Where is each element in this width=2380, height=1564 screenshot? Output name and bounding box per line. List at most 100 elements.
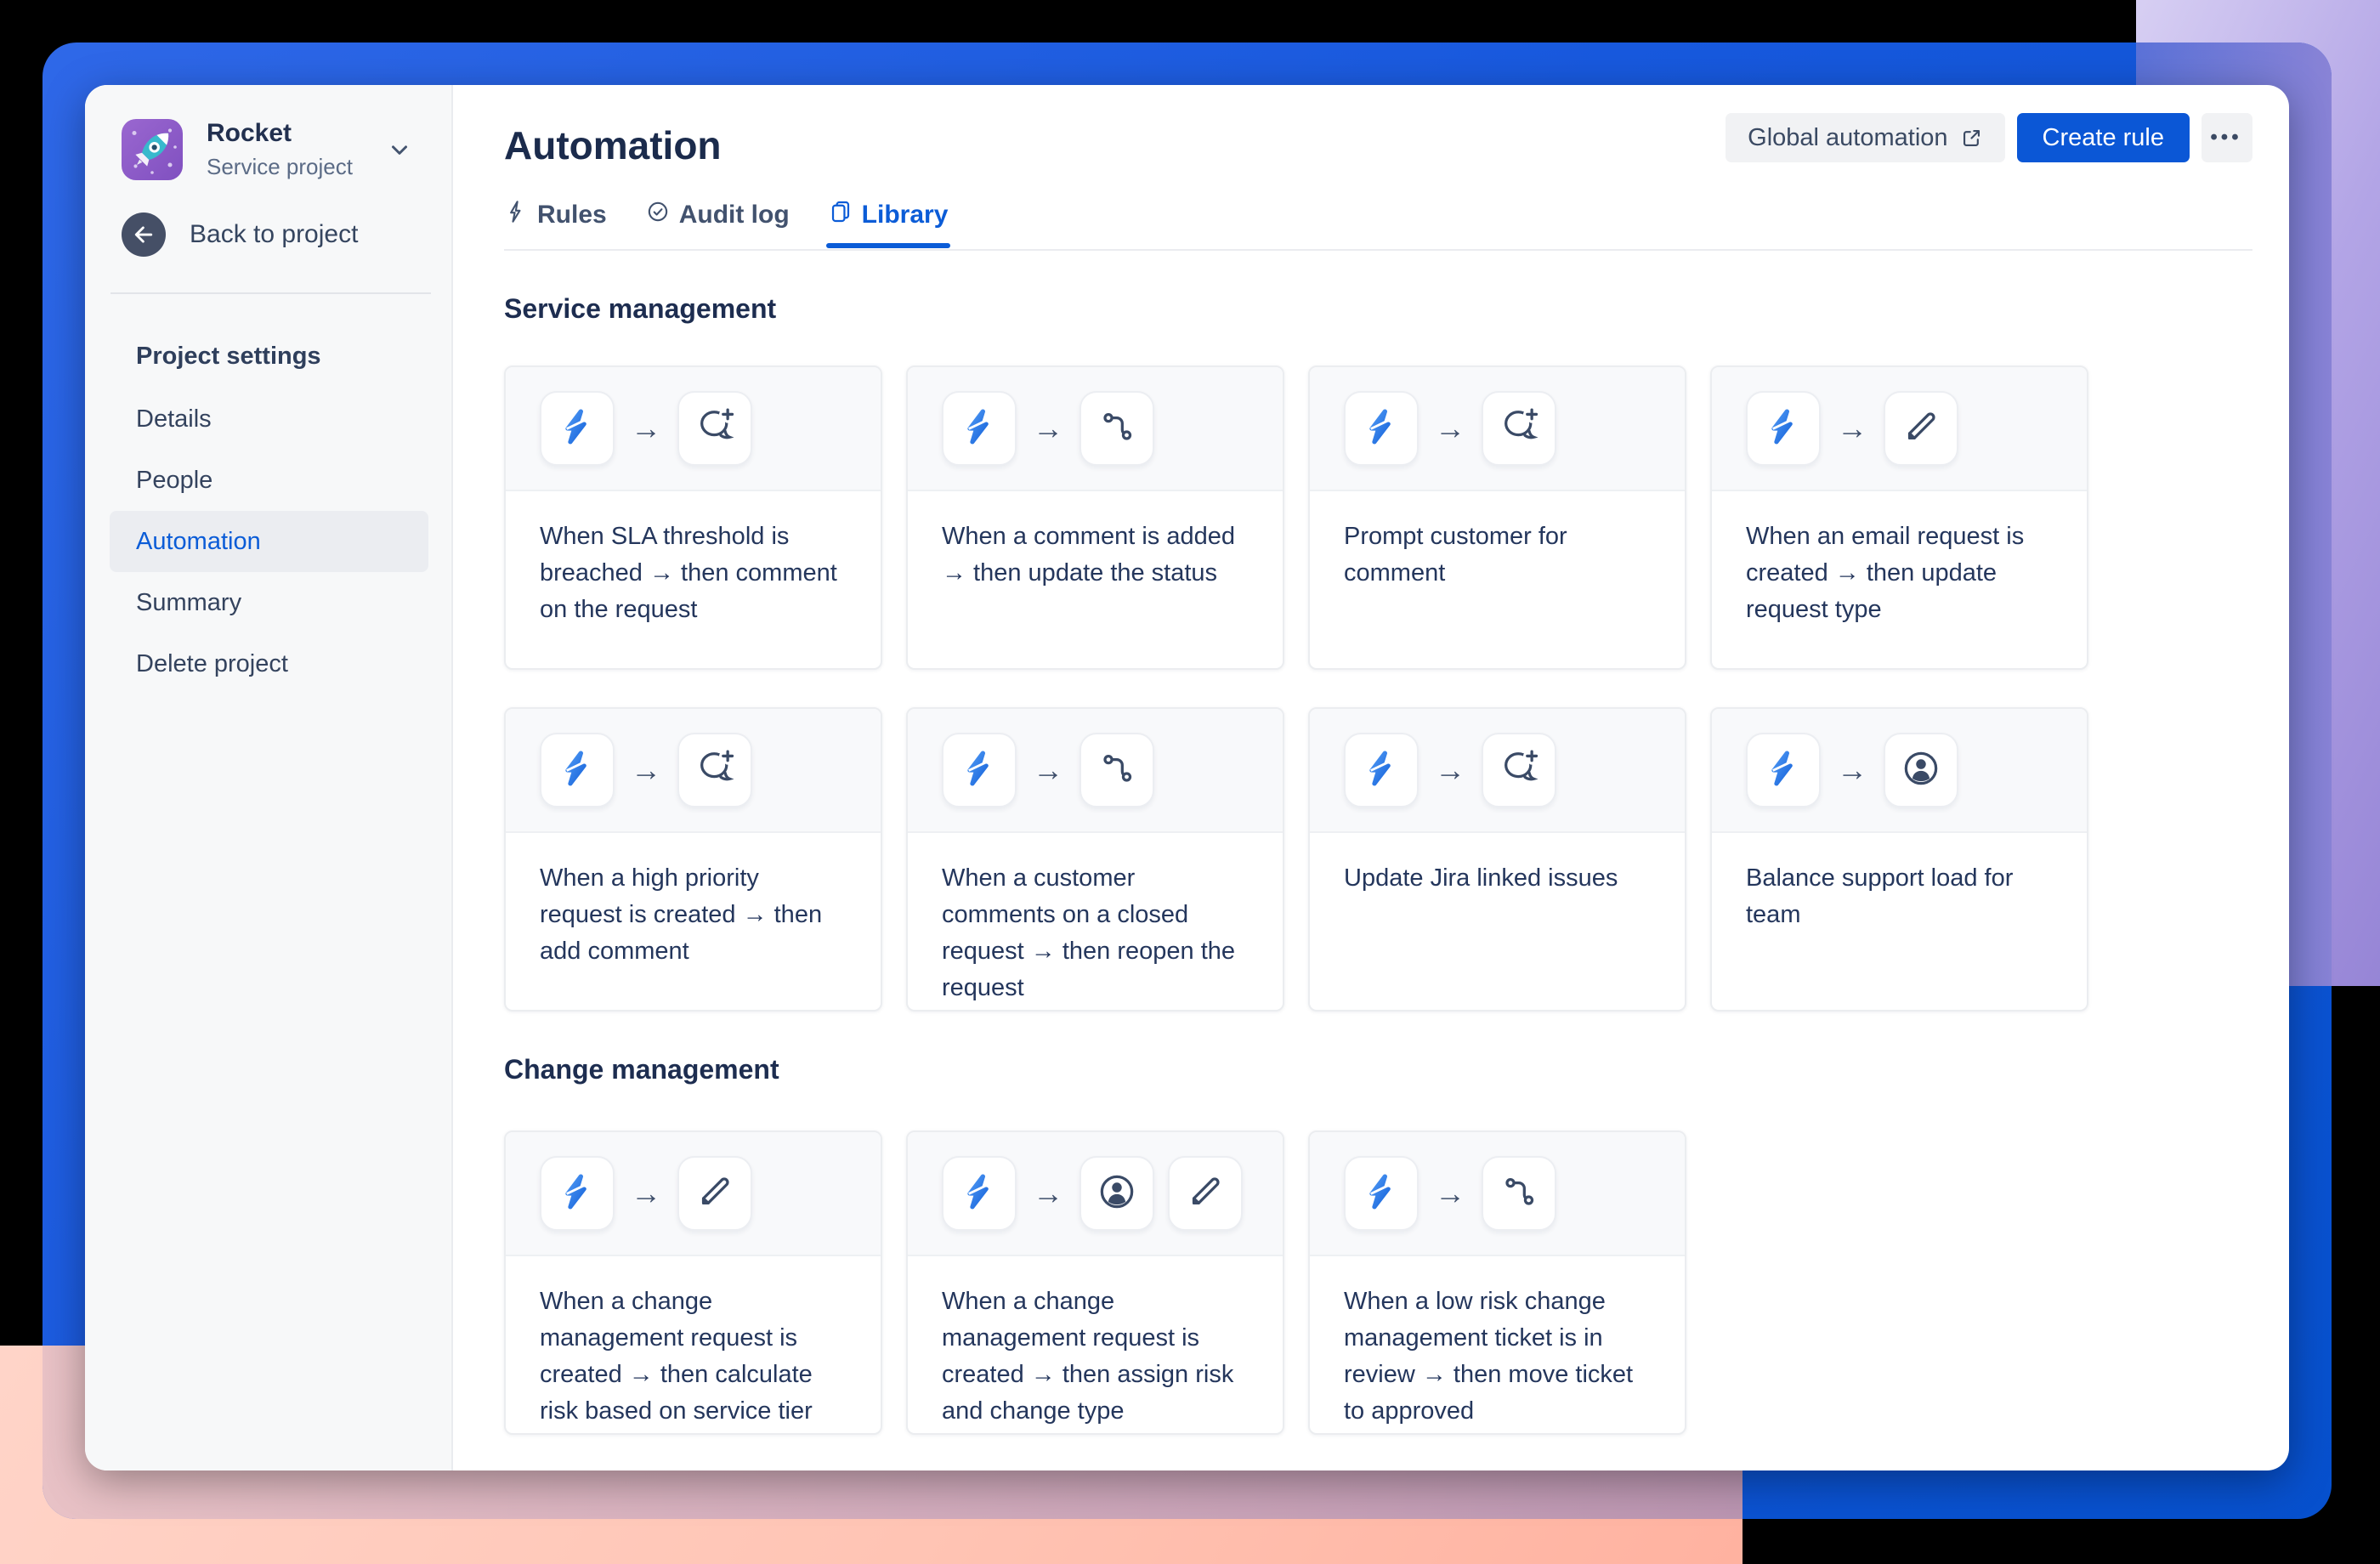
create-rule-button[interactable]: Create rule (2016, 113, 2190, 162)
screen: Rocket Service project Back to project P… (0, 0, 2380, 1564)
automation-bolt-icon (1764, 407, 1803, 450)
icon-tile (1168, 1156, 1243, 1231)
back-to-project-button[interactable]: Back to project (122, 212, 358, 257)
project-type: Service project (207, 153, 353, 179)
automation-bolt-icon (960, 1172, 999, 1216)
card-icon-strip: → (908, 1132, 1283, 1256)
project-name: Rocket (207, 119, 292, 148)
tab-rules[interactable]: Rules (504, 200, 607, 246)
app-window: Rocket Service project Back to project P… (85, 85, 2289, 1470)
tab-label: Library (861, 201, 949, 229)
icon-tile (1080, 391, 1154, 466)
sidebar-item-summary[interactable]: Summary (110, 572, 428, 633)
automation-template-card[interactable]: → When a comment is added → then update … (906, 366, 1284, 670)
automation-template-card[interactable]: → When SLA threshold is breached → then … (504, 366, 882, 670)
check-circle-icon (646, 200, 670, 230)
sidebar-item-label: Details (136, 405, 212, 433)
automation-template-card[interactable]: → Update Jira linked issues (1308, 707, 1686, 1012)
automation-template-card[interactable]: → When an email request is created → the… (1710, 366, 2088, 670)
tab-audit-log[interactable]: Audit log (646, 200, 790, 246)
automation-bolt-icon (558, 1172, 597, 1216)
arrow-right-icon: → (1435, 1176, 1465, 1210)
person-circle-icon (1901, 749, 1941, 792)
automation-template-card[interactable]: → When a customer comments on a closed r… (906, 707, 1284, 1012)
card-icon-strip: → (908, 367, 1283, 491)
arrow-right-icon: → (1033, 1176, 1063, 1210)
card-icon-strip: → (506, 1132, 881, 1256)
automation-bolt-icon (960, 407, 999, 450)
section-title: Change management (504, 1054, 779, 1085)
sidebar-item-people[interactable]: People (110, 450, 428, 511)
sidebar-item-label: People (136, 466, 213, 494)
automation-template-card[interactable]: → Prompt customer for comment (1308, 366, 1686, 670)
icon-tile (1080, 1156, 1154, 1231)
sidebar-item-details[interactable]: Details (110, 388, 428, 450)
chevron-down-icon[interactable] (387, 137, 412, 167)
project-avatar-rocket (122, 119, 183, 180)
card-title: When a change management request is crea… (540, 1288, 813, 1425)
rocket-icon (132, 128, 177, 174)
automation-bolt-icon (1764, 749, 1803, 792)
icon-tile (942, 391, 1017, 466)
sidebar: Rocket Service project Back to project P… (85, 85, 453, 1470)
copy-pages-icon (829, 200, 853, 230)
arrow-right-icon: → (1435, 752, 1465, 787)
card-icon-strip: → (506, 367, 881, 491)
automation-template-card[interactable]: → When a low risk change management tick… (1308, 1130, 1686, 1435)
lightning-outline-icon (504, 200, 528, 230)
card-icon-strip: → (1712, 367, 2087, 491)
arrow-right-icon: → (631, 752, 661, 787)
card-title: When a comment is added → then update th… (942, 523, 1235, 586)
global-automation-button[interactable]: Global automation (1726, 113, 2005, 162)
sidebar-nav: Details People Automation Summary Delete pro… (110, 388, 428, 694)
card-title: Prompt customer for comment (1344, 523, 1567, 586)
more-actions-button[interactable]: ••• (2202, 113, 2252, 162)
icon-tile (540, 733, 615, 808)
arrow-right-icon: → (1033, 752, 1063, 787)
edit-pencil-icon (695, 1172, 734, 1216)
sidebar-heading: Project settings (136, 343, 321, 370)
tab-library[interactable]: Library (825, 200, 951, 248)
edit-pencil-icon (1901, 407, 1941, 450)
edit-pencil-icon (1186, 1172, 1225, 1216)
icon-tile (1884, 391, 1958, 466)
card-icon-strip: → (1310, 367, 1685, 491)
card-title: When a customer comments on a closed req… (942, 864, 1236, 1001)
automation-bolt-icon (1362, 749, 1401, 792)
automation-template-card[interactable]: → When a high priority request is create… (504, 707, 882, 1012)
comment-add-icon (695, 405, 737, 450)
icon-tile (1344, 733, 1419, 808)
external-link-icon (1963, 129, 1980, 146)
tab-bar: Rules Audit log Library (504, 200, 951, 248)
back-arrow-icon (122, 212, 166, 257)
project-switcher[interactable]: Rocket Service project (122, 118, 428, 181)
icon-tile (1482, 1156, 1556, 1231)
card-row: → When SLA threshold is breached → then … (504, 366, 2088, 670)
card-title: Balance support load for team (1746, 864, 2014, 928)
sidebar-item-automation[interactable]: Automation (110, 511, 428, 572)
icon-tile (677, 391, 752, 466)
tab-label: Rules (537, 201, 607, 229)
card-row: → When a change management request is cr… (504, 1130, 1686, 1435)
icon-tile (1746, 733, 1821, 808)
automation-bolt-icon (558, 407, 597, 450)
icon-tile (942, 1156, 1017, 1231)
sidebar-item-delete-project[interactable]: Delete project (110, 633, 428, 694)
branch-icon (1097, 749, 1136, 792)
sidebar-divider (110, 292, 431, 294)
comment-add-icon (1499, 746, 1541, 792)
automation-template-card[interactable]: → When a change management request is cr… (906, 1130, 1284, 1435)
comment-add-icon (1499, 405, 1541, 450)
arrow-right-icon: → (631, 1176, 661, 1210)
sidebar-item-label: Automation (136, 527, 261, 555)
icon-tile (1482, 733, 1556, 808)
automation-bolt-icon (1362, 1172, 1401, 1216)
automation-template-card[interactable]: → Balance support load for team (1710, 707, 2088, 1012)
arrow-right-icon: → (1837, 752, 1867, 787)
icon-tile (942, 733, 1017, 808)
branch-icon (1097, 407, 1136, 450)
card-icon-strip: → (1310, 709, 1685, 833)
card-icon-strip: → (506, 709, 881, 833)
automation-template-card[interactable]: → When a change management request is cr… (504, 1130, 882, 1435)
card-title: When a change management request is crea… (942, 1288, 1234, 1425)
